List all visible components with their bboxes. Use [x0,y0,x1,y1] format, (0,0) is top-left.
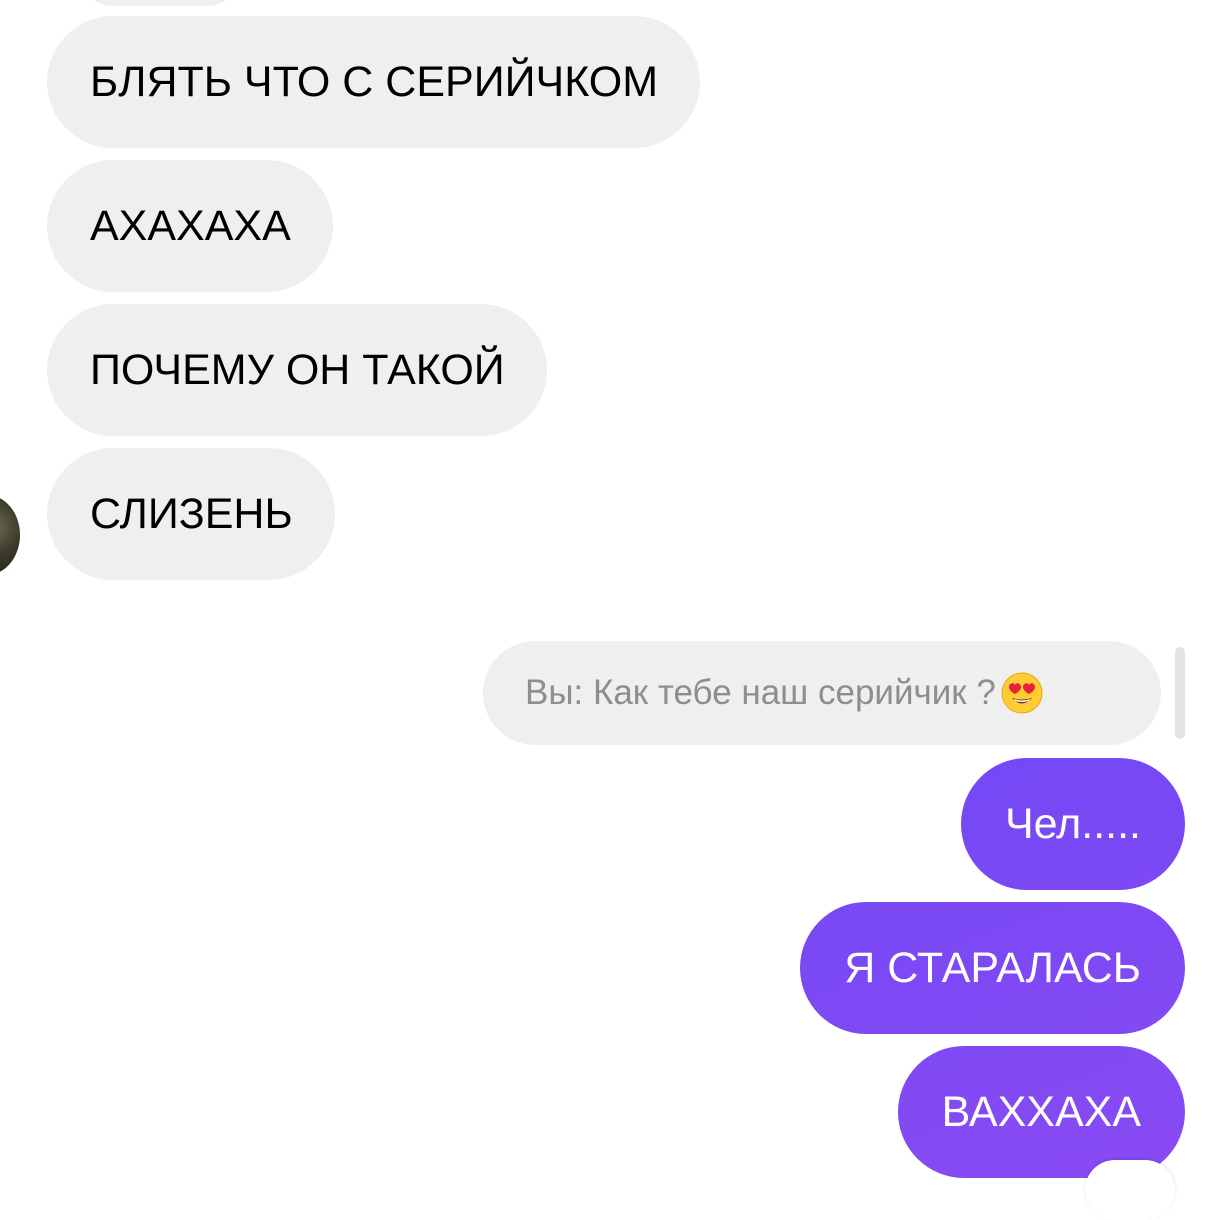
incoming-message[interactable]: АХАХАХА [47,160,333,292]
incoming-message[interactable]: СЛИЗЕНЬ [47,448,335,580]
outgoing-message[interactable]: Я СТАРАЛАСЬ [800,902,1185,1034]
outgoing-message[interactable]: ВАХХАХА [897,1046,1185,1178]
reply-quote-text: Вы: Как тебе наш серийчик ? [525,673,996,712]
incoming-message[interactable]: БЛЯТЬ ЧТО С СЕРИЙЧКОМ [47,16,701,148]
outgoing-message[interactable]: Чел..... [961,758,1185,890]
reaction-bubble[interactable] [1085,1160,1175,1220]
previous-message-bubble[interactable] [80,0,240,6]
message-text: БЛЯТЬ ЧТО С СЕРИЙЧКОМ [90,57,659,106]
message-text: ПОЧЕМУ ОН ТАКОЙ [90,345,505,394]
message-text: СЛИЗЕНЬ [90,489,293,538]
reply-quote[interactable]: Вы: Как тебе наш серийчик ? [483,641,1161,745]
incoming-message[interactable]: ПОЧЕМУ ОН ТАКОЙ [47,304,547,436]
message-text: Чел..... [1005,799,1141,848]
message-text: АХАХАХА [90,201,291,250]
message-thread: БЛЯТЬ ЧТО С СЕРИЙЧКОМ АХАХАХА ПОЧЕМУ ОН … [0,0,1222,1220]
message-text: Я СТАРАЛАСЬ [844,943,1141,992]
reply-indicator-bar [1175,647,1185,739]
heart-eyes-emoji-icon [1000,671,1044,715]
message-text: ВАХХАХА [941,1087,1141,1136]
sender-avatar[interactable] [0,495,20,575]
